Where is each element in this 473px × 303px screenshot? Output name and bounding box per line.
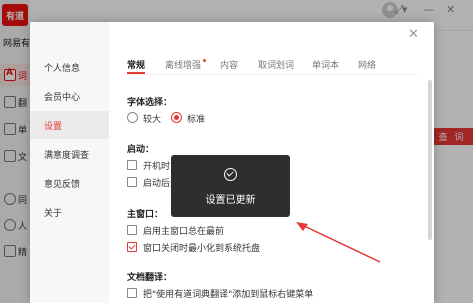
arrow-line bbox=[299, 223, 381, 263]
arrow-head bbox=[296, 222, 308, 231]
annotation-arrow bbox=[296, 222, 381, 263]
